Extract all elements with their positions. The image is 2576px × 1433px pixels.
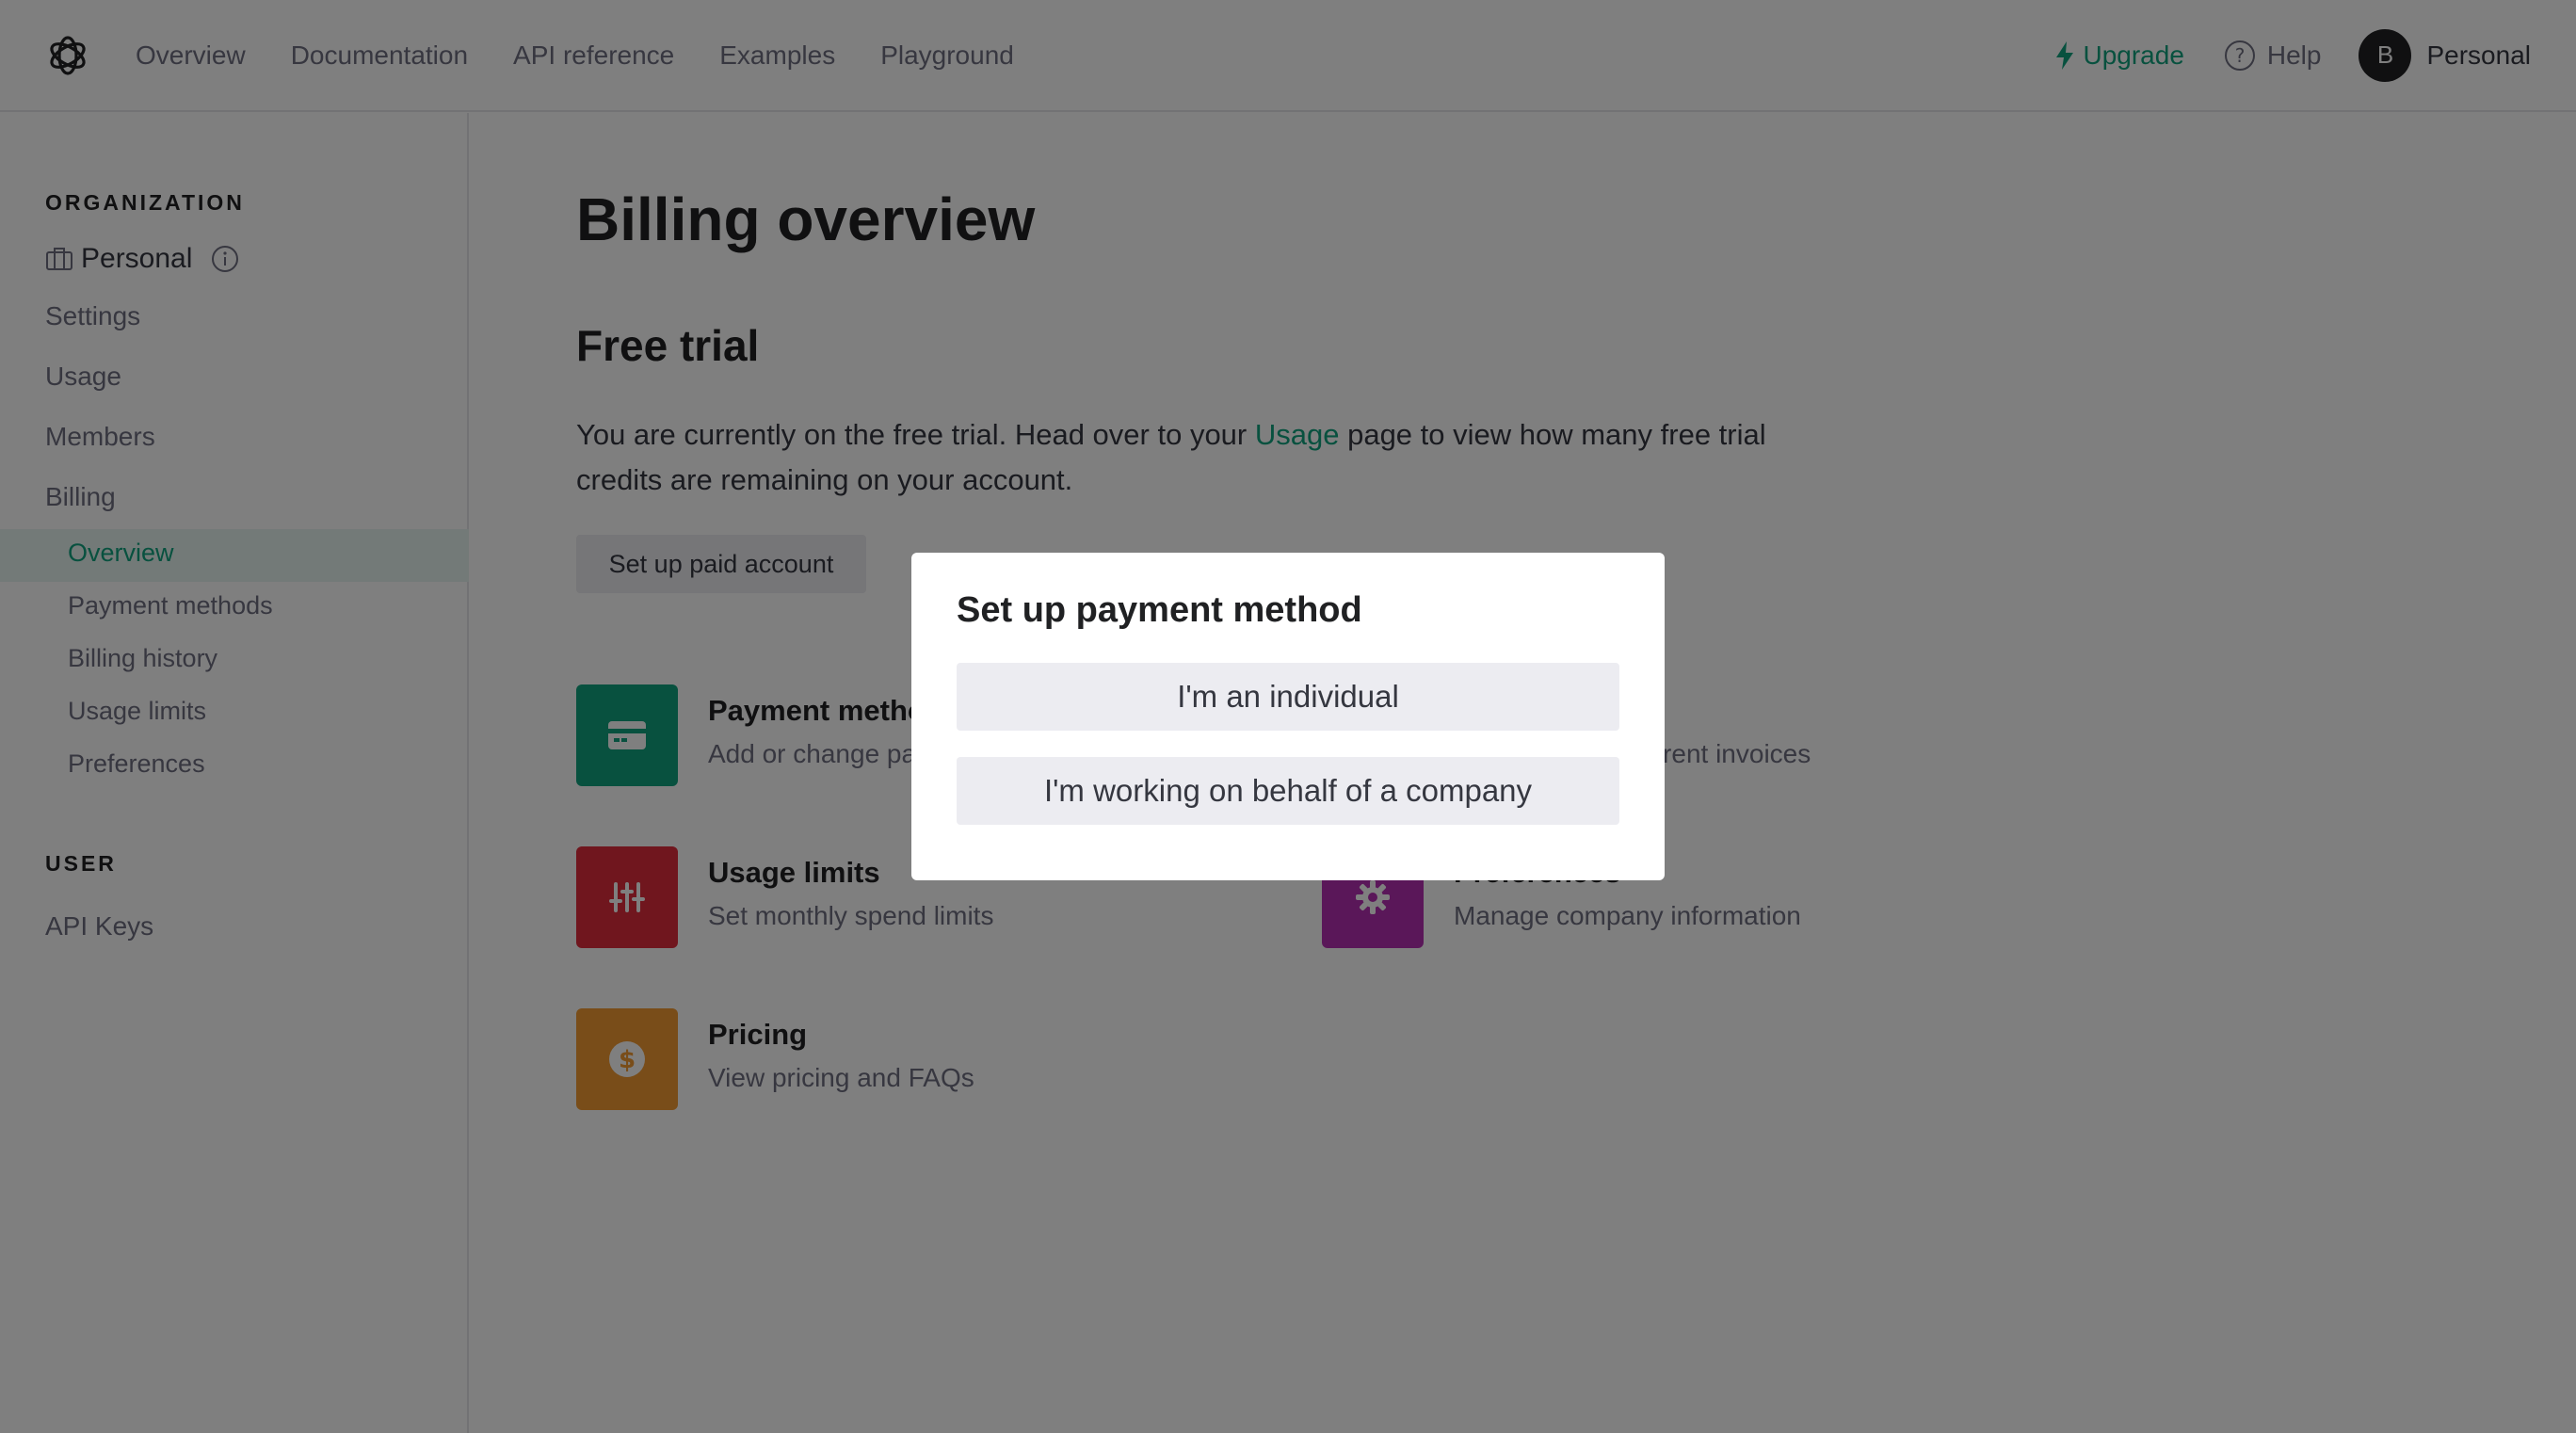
modal-title: Set up payment method <box>957 590 1362 630</box>
company-button[interactable]: I'm working on behalf of a company <box>957 757 1619 825</box>
individual-button[interactable]: I'm an individual <box>957 663 1619 731</box>
payment-method-modal: Set up payment method I'm an individual … <box>911 553 1665 880</box>
